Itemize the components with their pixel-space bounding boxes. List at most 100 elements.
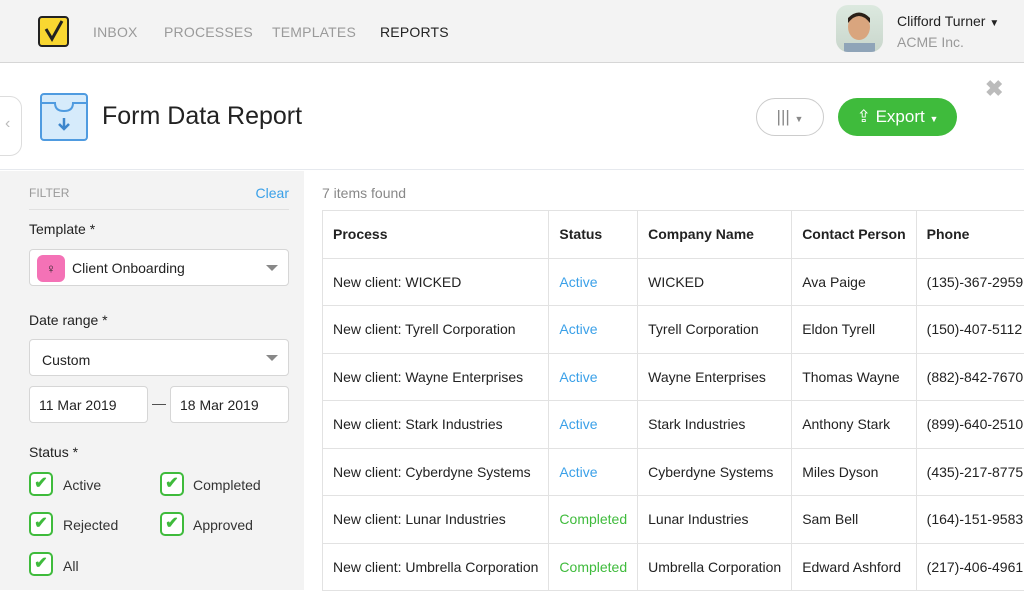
report-header: ‹ Form Data Report ||| ▼ ⇪ Export ▼ ✖ [0,64,1024,170]
checkbox-all[interactable]: ✔ [29,552,53,576]
org-name: ACME Inc. [897,34,964,50]
checkbox-label: Approved [193,517,253,533]
date-range-value: Custom [42,352,90,368]
results-table: Process Status Company Name Contact Pers… [322,210,1024,591]
app-logo[interactable] [38,16,69,47]
company-cell: Umbrella Corporation [638,543,792,591]
chevron-down-icon: ▼ [795,114,804,124]
columns-button[interactable]: ||| ▼ [756,98,824,136]
upload-icon: ⇪ [857,107,871,126]
process-cell[interactable]: New client: Cyberdyne Systems [323,448,549,496]
caret-down-icon [266,265,278,271]
table-header-row: Process Status Company Name Contact Pers… [323,211,1024,259]
table-row[interactable]: New client: Lunar IndustriesCompletedLun… [323,496,1024,544]
process-cell[interactable]: New client: Umbrella Corporation [323,543,549,591]
contact-cell: Eldon Tyrell [792,306,916,354]
company-cell: WICKED [638,258,792,306]
contact-cell: Ava Paige [792,258,916,306]
table-row[interactable]: New client: Wayne EnterprisesActiveWayne… [323,353,1024,401]
table-row[interactable]: New client: Cyberdyne SystemsActiveCyber… [323,448,1024,496]
contact-cell: Sam Bell [792,496,916,544]
status-cell: Active [549,353,638,401]
page-title: Form Data Report [102,102,302,131]
results-count: 7 items found [322,185,406,201]
date-range-label: Date range * [29,312,108,328]
status-cell: Active [549,306,638,354]
process-cell[interactable]: New client: WICKED [323,258,549,306]
date-range-select[interactable]: Custom [29,339,289,376]
status-cell: Active [549,401,638,449]
nav-reports[interactable]: REPORTS [380,24,449,40]
chevron-down-icon: ▼ [929,114,938,124]
phone-cell: (882)-842-7670 [916,353,1024,401]
checkbox-rejected[interactable]: ✔ [29,512,53,536]
back-button[interactable]: ‹ [0,96,22,156]
template-value: Client Onboarding [72,260,185,276]
contact-cell: Edward Ashford [792,543,916,591]
table-row[interactable]: New client: WICKEDActiveWICKEDAva Paige(… [323,258,1024,306]
company-cell: Stark Industries [638,401,792,449]
table-row[interactable]: New client: Stark IndustriesActiveStark … [323,401,1024,449]
phone-cell: (164)-151-9583 [916,496,1024,544]
caret-down-icon [266,355,278,361]
avatar[interactable] [836,5,883,52]
clear-filter-link[interactable]: Clear [256,185,289,201]
nav-inbox[interactable]: INBOX [93,24,138,40]
chevron-left-icon: ‹ [5,115,10,132]
lightbulb-icon: ♀ [37,255,65,282]
status-cell: Completed [549,496,638,544]
col-status[interactable]: Status [549,211,638,259]
date-separator: — [152,395,166,411]
checkbox-label: Rejected [63,517,118,533]
filter-label: FILTER [29,186,69,200]
process-cell[interactable]: New client: Wayne Enterprises [323,353,549,401]
nav-processes[interactable]: PROCESSES [164,24,253,40]
status-cell: Completed [549,543,638,591]
columns-icon: ||| [777,107,790,126]
phone-cell: (435)-217-8775 [916,448,1024,496]
checkbox-active[interactable]: ✔ [29,472,53,496]
status-label: Status * [29,444,78,460]
process-cell[interactable]: New client: Stark Industries [323,401,549,449]
phone-cell: (150)-407-5112 [916,306,1024,354]
company-cell: Cyberdyne Systems [638,448,792,496]
close-icon[interactable]: ✖ [985,76,1003,102]
user-name[interactable]: Clifford Turner ▼ [897,13,999,29]
date-from-input[interactable]: 11 Mar 2019 [29,386,148,423]
phone-cell: (217)-406-4961 [916,543,1024,591]
table-row[interactable]: New client: Tyrell CorporationActiveTyre… [323,306,1024,354]
user-name-text: Clifford Turner [897,13,985,29]
chevron-down-icon: ▼ [989,18,999,29]
export-label: Export [876,107,925,126]
col-process[interactable]: Process [323,211,549,259]
template-select[interactable]: ♀ Client Onboarding [29,249,289,286]
inbox-download-icon [40,93,88,141]
col-company[interactable]: Company Name [638,211,792,259]
col-phone[interactable]: Phone [916,211,1024,259]
nav-templates[interactable]: TEMPLATES [272,24,356,40]
company-cell: Lunar Industries [638,496,792,544]
export-button[interactable]: ⇪ Export ▼ [838,98,957,136]
checkbox-label: Active [63,477,101,493]
template-label: Template * [29,221,95,237]
phone-cell: (899)-640-2510 [916,401,1024,449]
top-nav-bar: INBOX PROCESSES TEMPLATES REPORTS Cliffo… [0,0,1024,63]
date-to-input[interactable]: 18 Mar 2019 [170,386,289,423]
contact-cell: Thomas Wayne [792,353,916,401]
contact-cell: Miles Dyson [792,448,916,496]
contact-cell: Anthony Stark [792,401,916,449]
phone-cell: (135)-367-2959 [916,258,1024,306]
table-row[interactable]: New client: Umbrella CorporationComplete… [323,543,1024,591]
process-cell[interactable]: New client: Tyrell Corporation [323,306,549,354]
status-cell: Active [549,258,638,306]
checkbox-approved[interactable]: ✔ [160,512,184,536]
checkbox-completed[interactable]: ✔ [160,472,184,496]
filter-sidebar: FILTER Clear Template * ♀ Client Onboard… [0,171,304,590]
divider [29,209,289,210]
company-cell: Wayne Enterprises [638,353,792,401]
col-contact[interactable]: Contact Person [792,211,916,259]
process-cell[interactable]: New client: Lunar Industries [323,496,549,544]
status-cell: Active [549,448,638,496]
company-cell: Tyrell Corporation [638,306,792,354]
checkbox-label: All [63,558,79,574]
